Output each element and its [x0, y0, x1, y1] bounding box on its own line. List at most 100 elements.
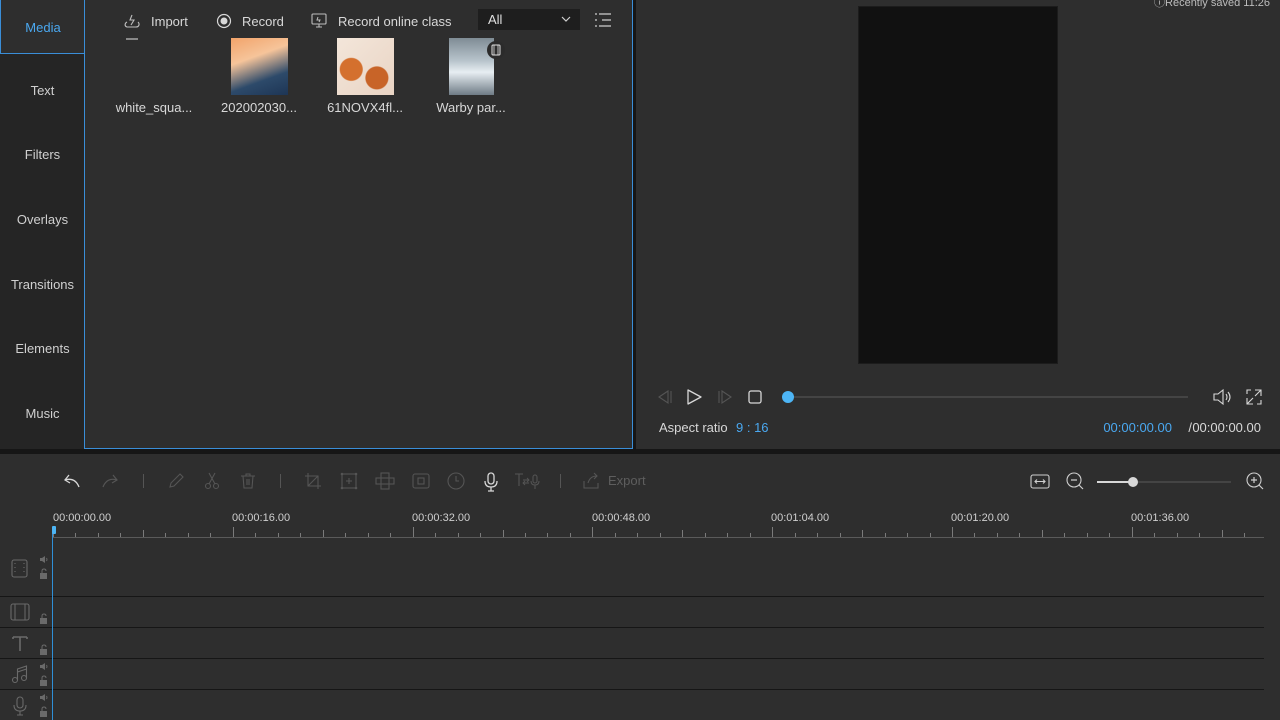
track-sound-icon[interactable]: [39, 555, 49, 564]
timeline-zoom-handle[interactable]: [1128, 477, 1138, 487]
ruler-tick: [97, 533, 99, 537]
aspect-ratio-label: Aspect ratio: [659, 420, 728, 435]
film-icon: [491, 44, 500, 56]
media-thumbnail: [336, 38, 394, 95]
preview-canvas[interactable]: [858, 6, 1058, 364]
track-video-overlay[interactable]: [0, 597, 1264, 628]
track-video-main[interactable]: [0, 538, 1264, 597]
left-tab-bar: Media Text Filters Overlays Transitions …: [0, 0, 85, 449]
record-online-class-button[interactable]: Record online class: [310, 11, 451, 31]
ruler-tick: [1086, 533, 1088, 537]
ruler-tick: [1019, 533, 1021, 537]
tab-overlays[interactable]: Overlays: [0, 187, 85, 251]
ruler-tick: [322, 530, 324, 537]
tab-overlays-label: Overlays: [16, 211, 69, 227]
ruler-tick: [1154, 533, 1156, 537]
toolbar-separator: [280, 474, 281, 488]
track-lock-icon[interactable]: [39, 644, 49, 655]
redo-icon[interactable]: [99, 471, 119, 491]
ruler-label: 00:00:16.00: [232, 512, 291, 524]
delete-icon[interactable]: [238, 471, 258, 491]
track-sound-icon[interactable]: [39, 693, 49, 702]
track-lock-icon[interactable]: [39, 706, 49, 717]
tab-media[interactable]: Media: [0, 0, 85, 54]
ruler-tick: [165, 533, 167, 537]
track-lock-icon[interactable]: [39, 675, 49, 686]
ruler-tick: [232, 527, 234, 537]
media-item-label: 202002030...: [221, 100, 297, 115]
ruler-tick: [727, 533, 729, 537]
ruler-label: 00:01:04.00: [771, 512, 830, 524]
timeline-divider[interactable]: [0, 449, 1280, 454]
ruler-tick: [120, 533, 122, 537]
zoom-frame-icon[interactable]: [339, 471, 359, 491]
export-icon[interactable]: [580, 471, 602, 491]
ruler-tick: [1221, 530, 1223, 537]
active-tab-border: [0, 53, 85, 54]
zoom-out-icon[interactable]: [1065, 471, 1085, 491]
text-to-speech-icon[interactable]: [513, 471, 541, 491]
edit-icon[interactable]: [166, 471, 186, 491]
media-item-label: 61NOVX4fl...: [327, 100, 403, 115]
tab-music[interactable]: Music: [0, 381, 85, 445]
ruler-tick: [569, 533, 571, 537]
ruler-label: 00:01:36.00: [1131, 512, 1190, 524]
play-icon[interactable]: [685, 388, 703, 406]
tab-text[interactable]: Text: [0, 58, 85, 122]
tab-transitions[interactable]: Transitions: [0, 252, 85, 316]
playback-progress-handle[interactable]: [782, 391, 794, 403]
tab-elements[interactable]: Elements: [0, 316, 85, 380]
mosaic-icon[interactable]: [411, 471, 431, 491]
ruler-tick: [435, 533, 437, 537]
split-icon[interactable]: [202, 471, 222, 491]
ruler-tick: [480, 533, 482, 537]
ruler-tick: [862, 530, 864, 537]
undo-icon[interactable]: [63, 471, 83, 491]
ruler-tick: [884, 533, 886, 537]
track-text[interactable]: [0, 628, 1264, 659]
ruler-tick: [659, 533, 661, 537]
media-filter-dropdown[interactable]: All: [478, 9, 580, 30]
music-track-icon: [11, 665, 28, 684]
zoom-in-icon[interactable]: [1245, 471, 1265, 491]
current-time: 00:00:00.00: [1103, 420, 1172, 435]
fullscreen-icon[interactable]: [1245, 388, 1263, 406]
import-button[interactable]: Import: [123, 11, 188, 31]
ruler-tick: [907, 533, 909, 537]
track-voiceover[interactable]: [0, 690, 1264, 720]
ruler-tick: [772, 527, 774, 537]
record-button[interactable]: Record: [216, 11, 284, 31]
ruler-tick: [390, 533, 392, 537]
freeze-frame-icon[interactable]: [374, 471, 396, 491]
tab-filters[interactable]: Filters: [0, 122, 85, 186]
duration-icon[interactable]: [446, 471, 466, 491]
microphone-icon[interactable]: [481, 471, 501, 493]
saved-status: ⓘRecently saved 11:26: [1154, 0, 1270, 9]
ruler-tick: [929, 533, 931, 537]
aspect-ratio-value[interactable]: 9 : 16: [736, 420, 769, 435]
media-thumbnail: [448, 38, 505, 95]
ruler-tick: [524, 533, 526, 537]
toolbar-separator: [143, 474, 144, 488]
media-item[interactable]: white_squa...: [106, 38, 202, 115]
export-button[interactable]: Export: [608, 473, 646, 488]
track-sound-icon[interactable]: [39, 662, 49, 671]
ruler-tick: [817, 533, 819, 537]
playback-progress-bar[interactable]: [788, 396, 1188, 398]
next-frame-icon[interactable]: [716, 388, 734, 406]
previous-frame-icon[interactable]: [656, 388, 674, 406]
media-item[interactable]: 61NOVX4fl...: [317, 38, 413, 115]
media-item[interactable]: Warby par...: [423, 38, 519, 115]
ruler-tick: [75, 533, 77, 537]
total-time: 00:00:00.00: [1192, 420, 1261, 435]
crop-icon[interactable]: [303, 471, 323, 491]
track-lock-icon[interactable]: [39, 568, 49, 579]
media-item[interactable]: 202002030...: [211, 38, 307, 115]
fit-timeline-icon[interactable]: [1030, 471, 1050, 491]
playhead-handle[interactable]: [52, 526, 56, 534]
list-view-icon[interactable]: [594, 12, 612, 28]
track-lock-icon[interactable]: [39, 613, 49, 624]
stop-icon[interactable]: [747, 388, 763, 406]
track-music[interactable]: [0, 659, 1264, 690]
volume-icon[interactable]: [1212, 388, 1234, 406]
